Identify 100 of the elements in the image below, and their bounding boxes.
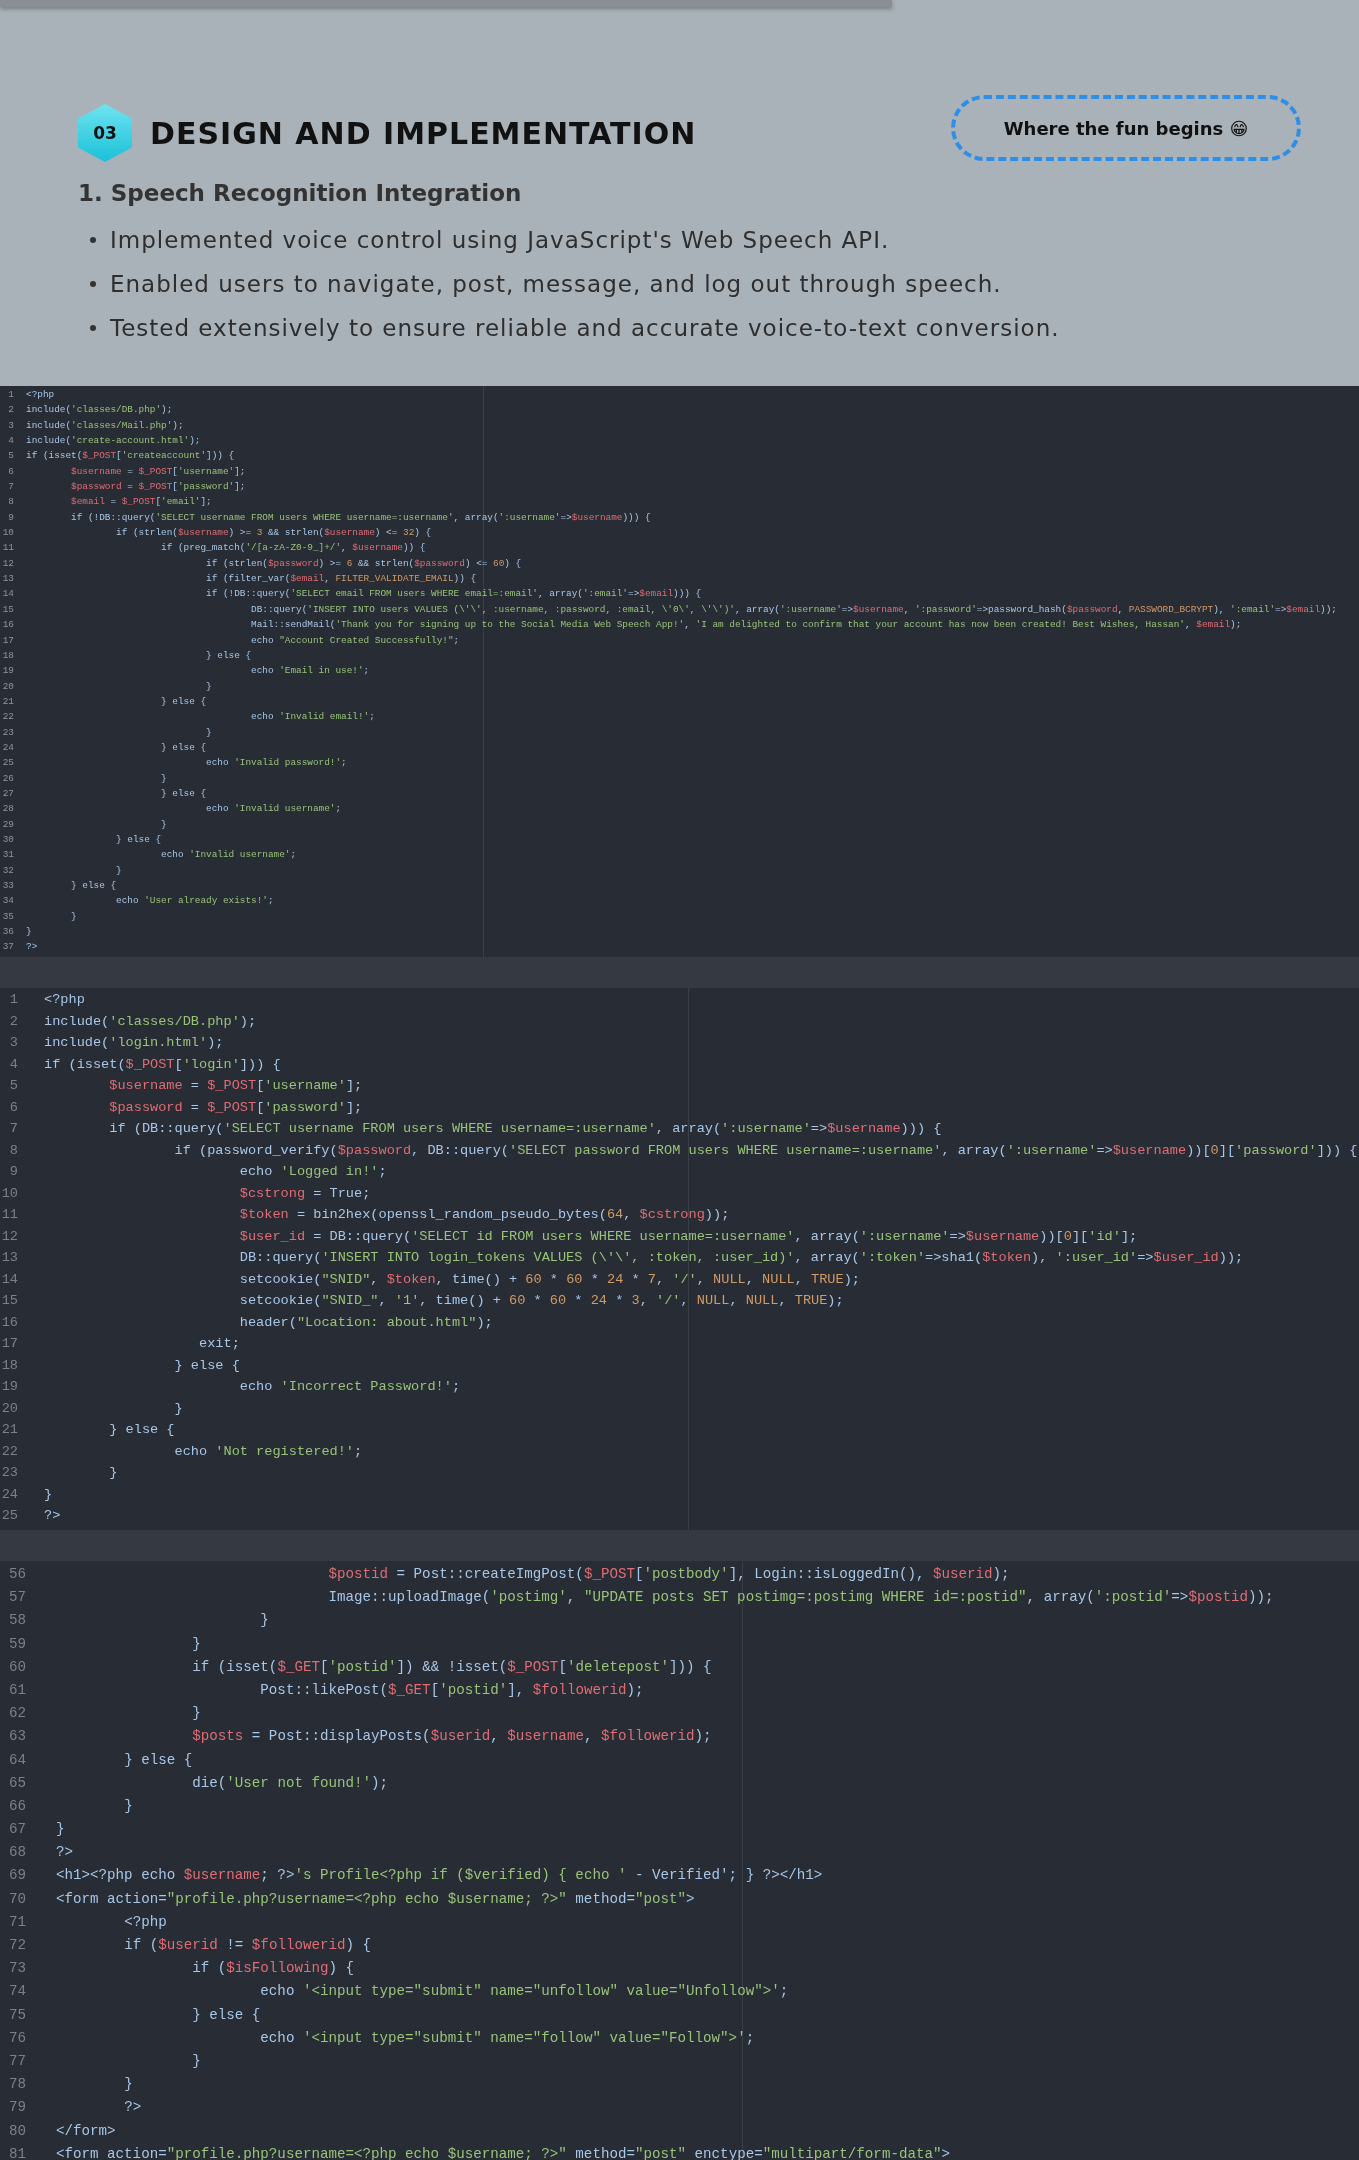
bullet-dot-icon — [90, 325, 96, 331]
line-number: 30 — [1, 832, 14, 847]
line-number: 29 — [1, 817, 14, 832]
line-number: 74 — [7, 1982, 26, 2002]
code-line: } else { — [115, 832, 162, 847]
line-number: 15 — [1, 602, 14, 617]
code-line: $username = $_POST['username']; — [108, 1077, 363, 1095]
subheading: 1. Speech Recognition Integration — [78, 180, 523, 206]
code-line: } else { — [70, 879, 117, 893]
line-number: 26 — [1, 771, 14, 786]
code-line: } else { — [191, 2005, 261, 2025]
code-line: $username = $_POST['username']; — [70, 464, 246, 479]
code-line: echo 'Logged in!'; — [238, 1163, 387, 1181]
line-number: 25 — [1, 756, 14, 771]
line-number: 7 — [7, 480, 14, 495]
code-line: echo '<input type="submit" name="follow" value="Follow">'; — [259, 2028, 755, 2048]
code-line: if (isset($_POST['createaccount'])) { — [26, 449, 235, 464]
code-line: <?php — [123, 1912, 167, 1932]
line-number: 66 — [7, 1796, 26, 1816]
code-line: } — [205, 679, 212, 694]
line-number: 9 — [8, 1163, 18, 1181]
line-number: 9 — [7, 510, 14, 525]
line-number: 4 — [7, 434, 14, 449]
code-line: } — [123, 2075, 133, 2095]
code-line: echo 'Invalid username'; — [160, 848, 297, 863]
line-number: 78 — [7, 2075, 26, 2095]
code-line: } else { — [108, 1421, 175, 1439]
line-number: 5 — [7, 449, 14, 464]
line-number: 24 — [1, 740, 14, 755]
code-line: include('classes/DB.php'); — [26, 403, 173, 418]
code-line: $postid = Post::createImgPost($_POST['postbody'], Login::isLoggedIn(), $userid); — [327, 1565, 1010, 1584]
line-number: 70 — [7, 1889, 26, 1909]
code-line: echo 'Invalid username'; — [205, 802, 342, 817]
line-number: 24 — [0, 1485, 18, 1504]
code-line: } else { — [160, 786, 207, 801]
bullet-dot-icon — [90, 281, 96, 287]
code-line: } — [191, 2051, 201, 2071]
code-line: if (isset($_POST['login'])) { — [44, 1055, 281, 1074]
line-number: 11 — [0, 1206, 18, 1224]
line-number: 36 — [1, 925, 14, 940]
line-number: 59 — [7, 1634, 26, 1654]
line-number: 34 — [1, 894, 14, 909]
line-number: 21 — [1, 694, 14, 709]
line-number: 64 — [7, 1750, 26, 1770]
line-number: 32 — [1, 863, 14, 878]
line-number: 14 — [1, 587, 14, 602]
bullet-text: Implemented voice control using JavaScript's Web Speech API. — [110, 227, 890, 253]
line-number: 6 — [7, 464, 14, 479]
line-number: 56 — [7, 1565, 26, 1584]
code-line: } — [191, 1634, 201, 1654]
line-number: 2 — [7, 403, 14, 418]
code-line: } else { — [173, 1356, 240, 1375]
line-number: 60 — [7, 1657, 26, 1677]
tagline-pill: Where the fun begins 😁 — [951, 95, 1301, 161]
code-line: DB::query('INSERT INTO users VALUES (\'\', :username, :password, :email, \'0\', \'\')', array(':username'=>$username, ':password'=>password_hash($password, PASSWORD_BCRYPT), ':email'=>$email)); — [250, 602, 1337, 617]
code-line: } — [108, 1464, 118, 1482]
line-number: 31 — [1, 848, 14, 863]
line-number: 20 — [0, 1399, 18, 1418]
line-number: 5 — [8, 1077, 18, 1095]
line-number: 22 — [0, 1442, 18, 1461]
line-number: 65 — [7, 1773, 26, 1793]
line-number: 68 — [7, 1843, 26, 1863]
line-number: 16 — [0, 1313, 18, 1332]
code-line: die('User not found!'); — [191, 1773, 389, 1793]
line-number: 3 — [8, 1034, 18, 1052]
line-number: 20 — [1, 679, 14, 694]
code-line: } else { — [160, 740, 207, 755]
code-line: } — [56, 1820, 65, 1840]
code-line: if (!DB::query('SELECT email FROM users WHERE email=:email', array(':email'=>$email))) { — [205, 587, 702, 602]
line-number: 58 — [7, 1611, 26, 1631]
code-line: Image::uploadImage('postimg', "UPDATE posts SET postimg=:postimg WHERE id=:postid", array(':postid'=>$postid)); — [327, 1588, 1274, 1608]
code-line: Mail::sendMail('Thank you for signing up to the Social Media Web Speech App!', 'I am delighted to confirm that your account has now been created! Best Wishes, Hassan', $email); — [250, 618, 1242, 633]
line-number: 13 — [1, 572, 14, 587]
code-line: include('create-account.html'); — [26, 434, 201, 449]
code-line: if (!DB::query('SELECT username FROM users WHERE username=:username', array(':username'=>$username))) { — [70, 510, 651, 525]
line-number: 23 — [0, 1464, 18, 1482]
line-number: 28 — [1, 802, 14, 817]
code-line: ?> — [123, 2098, 142, 2118]
line-number: 12 — [0, 1227, 18, 1246]
code-line: } — [26, 925, 32, 940]
code-line: } — [160, 817, 167, 832]
section-title: DESIGN AND IMPLEMENTATION — [150, 115, 697, 151]
code-line: } — [115, 863, 122, 878]
line-number: 18 — [0, 1356, 18, 1375]
line-number: 25 — [0, 1507, 18, 1525]
line-number: 62 — [7, 1704, 26, 1724]
code-line: } — [44, 1485, 53, 1504]
code-line: include('classes/DB.php'); — [44, 1012, 257, 1031]
line-number: 63 — [7, 1727, 26, 1747]
code-line: $password = $_POST['password']; — [70, 480, 246, 495]
line-number: 1 — [8, 991, 18, 1009]
code-line: if (DB::query('SELECT username FROM users WHERE username=:username', array(':username'=>$username))) { — [108, 1120, 942, 1138]
line-number: 17 — [1, 633, 14, 648]
line-number: 3 — [7, 418, 14, 433]
line-number: 35 — [1, 909, 14, 924]
line-number: 6 — [8, 1098, 18, 1117]
line-number: 69 — [7, 1866, 26, 1886]
line-number: 61 — [7, 1680, 26, 1700]
line-number: 22 — [1, 710, 14, 725]
line-number: 7 — [8, 1120, 18, 1138]
